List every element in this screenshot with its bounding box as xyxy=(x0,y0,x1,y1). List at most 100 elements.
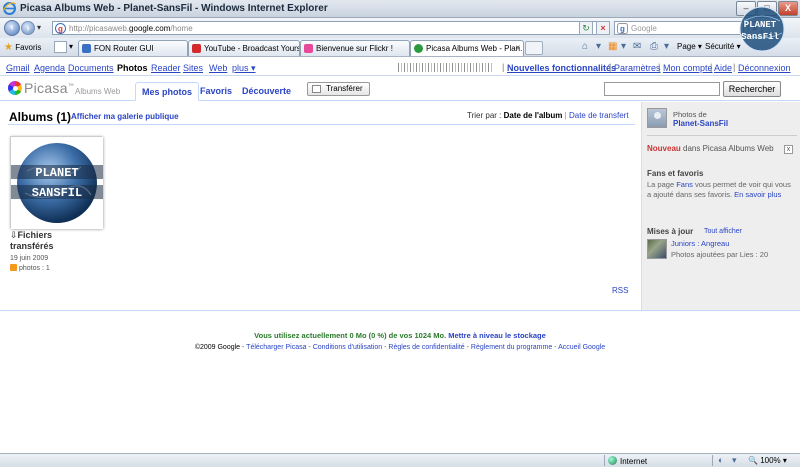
security-zone[interactable]: Internet xyxy=(608,456,647,466)
gbar-my-account[interactable]: Mon compte xyxy=(663,63,713,73)
protected-mode-icon[interactable]: ◐ xyxy=(718,455,723,465)
gbar-separator: | xyxy=(733,62,736,72)
sidebar: Photos de Planet-SansFil Nouveau dans Pi… xyxy=(641,102,800,310)
svg-text:g: g xyxy=(58,25,63,34)
gbar-separator: | xyxy=(502,62,505,72)
internet-explorer-icon xyxy=(3,2,16,15)
upload-button[interactable]: Transférer xyxy=(307,82,370,96)
show-all-link[interactable]: Tout afficher xyxy=(704,228,742,235)
fans-link[interactable]: Fans xyxy=(676,180,693,189)
globe-icon xyxy=(608,456,617,465)
dropdown-icon[interactable]: ▾ xyxy=(596,41,601,52)
page-menu[interactable]: Page ▾ xyxy=(677,42,702,51)
picasa-search-input[interactable] xyxy=(604,82,720,96)
gbar-gmail[interactable]: Gmail xyxy=(6,63,30,73)
update-thumbnail[interactable] xyxy=(647,239,667,259)
update-author[interactable]: Juniors : Angreau xyxy=(671,239,729,248)
quick-tabs-button[interactable] xyxy=(54,41,67,53)
sort-by-album-date: Date de l'album xyxy=(503,111,563,120)
footer-link-download[interactable]: Télécharger Picasa xyxy=(246,344,306,351)
copyright: ©2009 Google xyxy=(194,344,241,351)
google-search-icon: g xyxy=(617,23,628,34)
stop-icon: × xyxy=(600,23,606,33)
picasa-header: Picasa™ Albums Web Mes photos Favoris Dé… xyxy=(0,77,800,101)
gbar-settings[interactable]: Paramètres xyxy=(614,63,661,73)
feeds-icon[interactable]: ▦ xyxy=(608,41,617,52)
address-url: http://picasaweb.google.com/home xyxy=(69,24,193,33)
print-icon[interactable]: ⎙ xyxy=(650,41,658,52)
gbar-separator: | xyxy=(609,62,612,72)
album-cover[interactable]: PLANET SANSFIL xyxy=(10,136,103,229)
tab-picasa[interactable]: Picasa Albums Web - Plan... x xyxy=(410,40,524,56)
divider xyxy=(647,135,797,136)
footer-link-privacy[interactable]: Règles de confidentialité xyxy=(388,344,464,351)
gbar-agenda[interactable]: Agenda xyxy=(34,63,65,73)
favorites-button[interactable]: ★ Favoris xyxy=(4,42,41,53)
albums-panel: Albums (1) Afficher ma galerie publique … xyxy=(0,102,641,310)
user-link[interactable]: Planet-SansFil xyxy=(673,119,728,128)
brand-line-2: SansFil xyxy=(741,32,779,42)
tab-my-photos[interactable]: Mes photos xyxy=(135,82,200,101)
learn-more-link[interactable]: En savoir plus xyxy=(734,190,781,199)
gbar-more[interactable]: plus ▾ xyxy=(232,63,256,74)
gbar-separator: | xyxy=(658,62,661,72)
tab-favicon-icon xyxy=(414,44,423,53)
globe-image: PLANET SANSFIL xyxy=(11,137,103,229)
dropdown-icon[interactable]: ▾ xyxy=(664,41,669,52)
status-bar: Internet ◐ ▾ 🔍 100% ▾ xyxy=(0,453,800,467)
mail-icon[interactable]: ✉ xyxy=(633,41,641,52)
footer-link-terms[interactable]: Conditions d'utilisation xyxy=(313,344,382,351)
forward-button[interactable]: › xyxy=(21,21,35,35)
gbar-web[interactable]: Web xyxy=(209,63,227,73)
close-tab-icon[interactable]: x xyxy=(516,43,520,52)
footer-link-program[interactable]: Règlement du programme xyxy=(471,344,552,351)
tab-favicon-icon xyxy=(304,44,313,53)
tab-fon-router[interactable]: FON Router GUI xyxy=(78,40,188,56)
status-separator xyxy=(604,455,605,466)
address-input[interactable]: g http://picasaweb.google.com/home xyxy=(52,21,604,35)
redacted-email xyxy=(398,63,494,72)
zoom-level[interactable]: 🔍 100% ▾ xyxy=(748,456,787,465)
back-button[interactable]: ‹ xyxy=(4,20,20,36)
gbar-reader[interactable]: Reader xyxy=(151,63,181,73)
picasa-subtitle: Albums Web xyxy=(75,87,121,96)
browser-search-input[interactable]: g Google xyxy=(614,21,744,35)
history-dropdown-icon[interactable]: ▾ xyxy=(37,23,41,32)
gbar-sign-out[interactable]: Déconnexion xyxy=(738,63,791,73)
gbar-sites[interactable]: Sites xyxy=(183,63,203,73)
new-feature-notice: Nouveau dans Picasa Albums Web xyxy=(647,144,774,153)
gbar-help[interactable]: Aide xyxy=(714,63,732,73)
footer-link-google-home[interactable]: Accueil Google xyxy=(558,344,605,351)
albums-title: Albums (1) xyxy=(9,110,72,124)
dropdown-icon[interactable]: ▾ xyxy=(732,455,737,466)
album-date: 19 juin 2009 xyxy=(10,255,49,262)
dismiss-notice-button[interactable]: x xyxy=(784,145,793,154)
tab-favicon-icon xyxy=(82,44,91,53)
upgrade-storage-link[interactable]: Mettre à niveau le stockage xyxy=(448,331,546,340)
gbar-new-features[interactable]: Nouvelles fonctionnalités xyxy=(507,63,616,73)
planet-sansfil-logo: PLANET SansFil xyxy=(739,6,785,52)
star-icon: ★ xyxy=(4,42,13,53)
rss-link[interactable]: RSS xyxy=(612,286,628,295)
tab-flickr[interactable]: Bienvenue sur Flickr ! xyxy=(300,40,410,56)
gbar-documents[interactable]: Documents xyxy=(68,63,114,73)
album-feed-icon[interactable] xyxy=(10,264,17,271)
new-tab-button[interactable] xyxy=(525,41,543,55)
refresh-button[interactable]: ↻ xyxy=(579,21,593,35)
dropdown-icon[interactable]: ▾ xyxy=(621,41,626,52)
avatar[interactable] xyxy=(647,108,667,128)
sort-by-upload-date[interactable]: Date de transfert xyxy=(569,111,629,120)
stop-button[interactable]: × xyxy=(596,21,610,35)
public-gallery-link[interactable]: Afficher ma galerie publique xyxy=(71,112,179,121)
storage-info: Vous utilisez actuellement 0 Mo (0 %) de… xyxy=(254,331,546,340)
album-name-link[interactable]: ⇩Fichiers transférés xyxy=(10,230,90,252)
search-button[interactable]: Rechercher xyxy=(723,81,781,97)
tab-youtube[interactable]: YouTube - Broadcast Yourself. xyxy=(188,40,300,56)
picasa-logo[interactable]: Picasa™ xyxy=(8,80,74,96)
tab-favorites[interactable]: Favoris xyxy=(194,82,238,101)
tab-discover[interactable]: Découverte xyxy=(236,82,297,101)
site-favicon-icon: g xyxy=(55,23,66,34)
cover-text-1: PLANET xyxy=(35,166,78,180)
home-icon[interactable]: ⌂ xyxy=(582,41,588,52)
tab-list-dropdown-icon[interactable]: ▾ xyxy=(69,42,73,51)
